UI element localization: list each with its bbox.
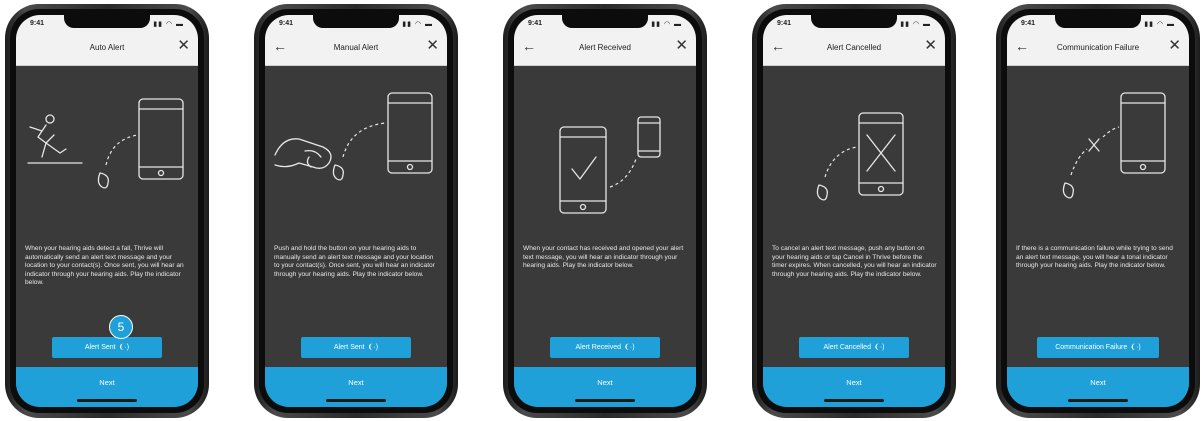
screen-manual-alert: 9:41 ▮▮ ◠ ▬ ← Manual Alert ✕ Push and ho… [265,15,447,407]
screen-alert-cancelled: 9:41 ▮▮ ◠ ▬ ← Alert Cancelled ✕ To cance… [763,15,945,407]
next-label: Next [597,378,613,387]
next-label: Next [348,378,364,387]
screen-communication-failure: 9:41 ▮▮ ◠ ▬ ← Communication Failure ✕ If… [1007,15,1189,407]
signal-wifi-battery-icon: ▮▮ ◠ ▬ [153,21,184,28]
description: When your hearing aids detect a fall, Th… [25,245,184,287]
header: ← Alert Received ✕ [514,33,696,66]
play-button-label: Communication Failure [1055,344,1128,351]
next-label: Next [1090,378,1106,387]
phone-alert-cancelled: 9:41 ▮▮ ◠ ▬ ← Alert Cancelled ✕ To cance… [752,4,956,418]
home-indicator [1068,399,1128,402]
status-time: 9:41 [528,20,543,27]
notch [562,15,648,28]
hand-press-to-phone-icon [274,92,433,181]
phone-alert-received: 9:41 ▮▮ ◠ ▬ ← Alert Received ✕ When your… [503,4,707,418]
play-button-label: Alert Received [575,344,621,351]
status-time: 9:41 [279,20,294,27]
signal-wifi-battery-icon: ▮▮ ◠ ▬ [1144,21,1175,28]
notch [811,15,897,28]
signal-wifi-battery-icon: ▮▮ ◠ ▬ [651,21,682,28]
status-time: 9:41 [1021,20,1036,27]
sound-wave-icon: ❨·) [624,344,635,351]
sound-wave-icon: ❨·) [367,344,379,351]
communication-failure-icon [1062,92,1166,199]
status-time: 9:41 [30,20,45,27]
notch [64,15,150,28]
screen-alert-received: 9:41 ▮▮ ◠ ▬ ← Alert Received ✕ When your… [514,15,696,407]
screen-title: Manual Alert [333,43,379,52]
close-icon[interactable]: ✕ [177,38,190,53]
play-button-label: Alert Sent [84,344,116,351]
screen-title: Auto Alert [89,43,125,52]
sound-wave-icon: ❨·) [118,344,130,351]
phone-check-icon [559,116,661,214]
screen-title: Alert Cancelled [826,43,882,52]
close-icon[interactable]: ✕ [1168,38,1181,53]
description: When your contact has received and opene… [523,245,684,270]
screen-title: Communication Failure [1056,43,1140,52]
status-time: 9:41 [777,20,792,27]
play-alert-received-button[interactable]: Alert Received ❨·) [550,337,660,358]
close-icon[interactable]: ✕ [426,38,439,53]
phone-cancel-icon [816,112,904,201]
step-badge: 5 [109,315,133,339]
sound-wave-icon: ❨·) [1130,344,1141,351]
play-alert-sent-button[interactable]: Alert Sent ❨·) [301,337,411,358]
sound-wave-icon: ❨·) [873,344,885,351]
close-icon[interactable]: ✕ [675,38,688,53]
home-indicator [77,399,137,402]
home-indicator [575,399,635,402]
phone-communication-failure: 9:41 ▮▮ ◠ ▬ ← Communication Failure ✕ If… [996,4,1200,418]
play-button-label: Alert Sent [333,344,365,351]
next-label: Next [846,378,862,387]
header: Auto Alert ✕ [16,33,198,66]
header: ← Manual Alert ✕ [265,33,447,66]
signal-wifi-battery-icon: ▮▮ ◠ ▬ [402,21,433,28]
notch [1055,15,1141,28]
signal-wifi-battery-icon: ▮▮ ◠ ▬ [900,21,931,28]
header: ← Alert Cancelled ✕ [763,33,945,66]
play-alert-cancelled-button[interactable]: Alert Cancelled ❨·) [799,337,909,358]
play-alert-sent-button[interactable]: Alert Sent ❨·) [52,337,162,358]
play-communication-failure-button[interactable]: Communication Failure ❨·) [1037,337,1159,358]
notch [313,15,399,28]
description: If there is a communication failure whil… [1016,245,1173,270]
next-label: Next [99,378,115,387]
description: Push and hold the button on your hearing… [274,245,435,278]
play-button-label: Alert Cancelled [823,344,871,351]
header: ← Communication Failure ✕ [1007,33,1189,66]
phone-auto-alert: 9:41 ▮▮ ◠ ▬ Auto Alert ✕ When your heari… [5,4,209,418]
phone-manual-alert: 9:41 ▮▮ ◠ ▬ ← Manual Alert ✕ Push and ho… [254,4,458,418]
close-icon[interactable]: ✕ [924,38,937,53]
fall-to-phone-icon [27,98,184,189]
home-indicator [824,399,884,402]
description: To cancel an alert text message, push an… [772,245,937,278]
screen-title: Alert Received [578,43,632,52]
screen-auto-alert: 9:41 ▮▮ ◠ ▬ Auto Alert ✕ When your heari… [16,15,198,407]
home-indicator [326,399,386,402]
